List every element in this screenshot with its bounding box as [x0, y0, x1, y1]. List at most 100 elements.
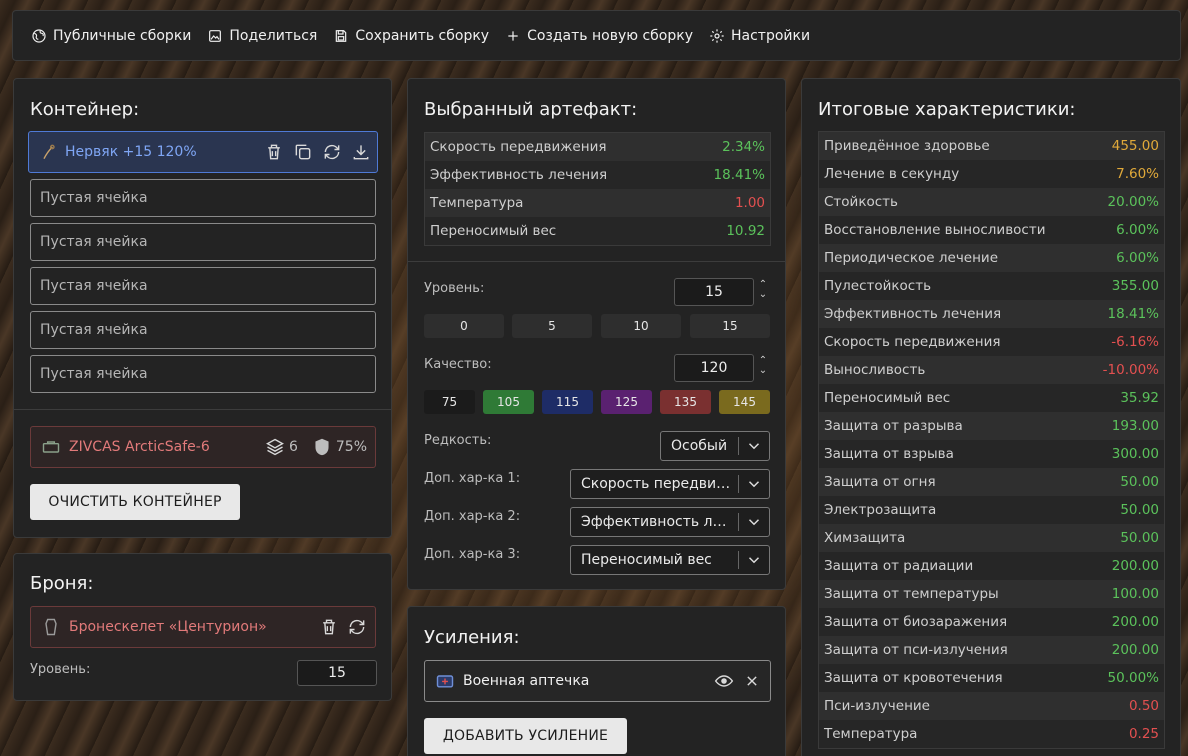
empty-slot-3[interactable]: Пустая ячейка	[30, 267, 376, 305]
floppy-icon	[336, 29, 347, 42]
container-protection: 75%	[335, 439, 367, 455]
quality-preset-105[interactable]: 105	[483, 390, 534, 414]
chevron-down-icon	[745, 437, 763, 455]
quality-preset-145[interactable]: 145	[719, 390, 770, 414]
trash-icon[interactable]	[319, 617, 339, 637]
table-row: Защита от пси-излучения 200.00	[819, 636, 1164, 664]
quality-preset-75[interactable]: 75	[424, 390, 475, 414]
share-button[interactable]: Поделиться	[207, 28, 317, 44]
armor-level-label: Уровень:	[30, 662, 91, 677]
save-build-label: Сохранить сборку	[355, 27, 490, 44]
container-panel: Контейнер: Нервяк +15 120% Пустая ячейка…	[13, 78, 392, 538]
extra2-value: Эффективность лечения	[581, 514, 734, 530]
table-row: Скорость передвижения -6.16%	[819, 328, 1164, 356]
settings-label: Настройки	[731, 27, 811, 44]
quality-input[interactable]: 120	[674, 354, 754, 382]
empty-slot-4[interactable]: Пустая ячейка	[30, 311, 376, 349]
extra2-label: Доп. хар-ка 2:	[424, 509, 521, 524]
empty-slot-1[interactable]: Пустая ячейка	[30, 179, 376, 217]
table-row: Пулестойкость 355.00	[819, 272, 1164, 300]
top-toolbar: Публичные сборки Поделиться Сохранить сб…	[12, 10, 1181, 61]
table-row: Пси-излучение 0.50	[819, 692, 1164, 720]
close-icon[interactable]	[742, 671, 762, 691]
image-icon	[209, 29, 222, 42]
extra1-value: Скорость передвижения	[581, 476, 734, 492]
table-row: Защита от кровотечения 50.00%	[819, 664, 1164, 692]
eye-icon[interactable]	[714, 671, 734, 691]
plus-icon	[508, 30, 518, 41]
extra2-select[interactable]: Эффективность лечения	[570, 507, 770, 537]
table-row: Выносливость -10.00%	[819, 356, 1164, 384]
totals-panel: Итоговые характеристики: Приведённое здо…	[801, 78, 1181, 756]
table-row: Температура 1.00	[425, 189, 770, 217]
armor-icon	[41, 617, 61, 637]
clear-container-button[interactable]: ОЧИСТИТЬ КОНТЕЙНЕР	[30, 484, 240, 520]
chevron-down-icon	[745, 475, 763, 493]
container-capacity: 6	[288, 439, 298, 455]
public-builds-button[interactable]: Публичные сборки	[31, 28, 191, 44]
level-preset-10[interactable]: 10	[601, 314, 681, 338]
empty-slot-2[interactable]: Пустая ячейка	[30, 223, 376, 261]
container-divider	[14, 409, 391, 410]
table-row: Переносимый вес 35.92	[819, 384, 1164, 412]
refresh-icon[interactable]	[322, 142, 342, 162]
save-build-button[interactable]: Сохранить сборку	[333, 28, 489, 44]
table-row: Лечение в секунду 7.60%	[819, 160, 1164, 188]
level-stepper[interactable]: ⌃ ⌄	[757, 280, 769, 300]
extra1-select[interactable]: Скорость передвижения	[570, 469, 770, 499]
rarity-select[interactable]: Особый	[660, 431, 770, 461]
table-row: Защита от огня 50.00	[819, 468, 1164, 496]
download-icon[interactable]	[351, 142, 371, 162]
extra3-label: Доп. хар-ка 3:	[424, 547, 521, 562]
table-row: Переносимый вес 10.92	[425, 217, 770, 245]
add-boost-button[interactable]: ДОБАВИТЬ УСИЛЕНИЕ	[424, 718, 627, 754]
container-item[interactable]: ZIVCAS ArcticSafe-6 6 75%	[30, 426, 376, 468]
rarity-value: Особый	[671, 438, 728, 454]
artifact-slot-1[interactable]: Нервяк +15 120%	[28, 131, 378, 173]
armor-panel: Броня: Бронескелет «Центурион» Уровень: …	[13, 553, 392, 701]
share-label: Поделиться	[229, 27, 318, 44]
table-row: Скорость передвижения 2.34%	[425, 133, 770, 161]
quality-preset-125[interactable]: 125	[601, 390, 652, 414]
table-row: Приведённое здоровье 455.00	[819, 132, 1164, 160]
armor-name: Бронескелет «Центурион»	[69, 619, 267, 635]
settings-button[interactable]: Настройки	[709, 28, 810, 44]
artifact-icon	[39, 142, 59, 162]
table-row: Защита от разрыва 193.00	[819, 412, 1164, 440]
table-row: Эффективность лечения 18.41%	[819, 300, 1164, 328]
level-preset-0[interactable]: 0	[424, 314, 504, 338]
extra3-value: Переносимый вес	[581, 552, 712, 568]
artifact-slot-label: Нервяк +15 120%	[65, 144, 197, 160]
copy-icon[interactable]	[293, 142, 313, 162]
boost-item[interactable]: Военная аптечка	[424, 660, 771, 702]
table-row: Температура 0.25	[819, 720, 1164, 748]
refresh-icon[interactable]	[347, 617, 367, 637]
container-name: ZIVCAS ArcticSafe-6	[69, 439, 210, 455]
chevron-down-icon	[745, 551, 763, 569]
level-input[interactable]: 15	[674, 278, 754, 306]
new-build-button[interactable]: Создать новую сборку	[505, 28, 693, 44]
shield-icon	[312, 437, 332, 457]
quality-preset-115[interactable]: 115	[542, 390, 593, 414]
rarity-label: Редкость:	[424, 433, 492, 448]
table-row: Защита от взрыва 300.00	[819, 440, 1164, 468]
container-title: Контейнер:	[30, 99, 140, 120]
new-build-label: Создать новую сборку	[527, 27, 693, 44]
quality-preset-135[interactable]: 135	[660, 390, 711, 414]
extra3-select[interactable]: Переносимый вес	[570, 545, 770, 575]
boosts-title: Усиления:	[424, 627, 520, 648]
artifact-panel: Выбранный артефакт: Скорость передвижени…	[407, 78, 786, 590]
armor-level-input[interactable]: 15	[297, 660, 377, 686]
table-row: Химзащита 50.00	[819, 524, 1164, 552]
layers-icon	[265, 437, 285, 457]
empty-slot-5[interactable]: Пустая ячейка	[30, 355, 376, 393]
level-preset-5[interactable]: 5	[512, 314, 592, 338]
container-case-icon	[41, 437, 61, 457]
quality-stepper[interactable]: ⌃ ⌄	[757, 356, 769, 376]
artifact-stats-table: Скорость передвижения 2.34% Эффективность…	[424, 132, 771, 246]
totals-table: Приведённое здоровье 455.00 Лечение в сек…	[818, 131, 1165, 749]
level-preset-15[interactable]: 15	[690, 314, 770, 338]
armor-item[interactable]: Бронескелет «Центурион»	[30, 606, 376, 648]
quality-label: Качество:	[424, 357, 492, 372]
trash-icon[interactable]	[264, 142, 284, 162]
